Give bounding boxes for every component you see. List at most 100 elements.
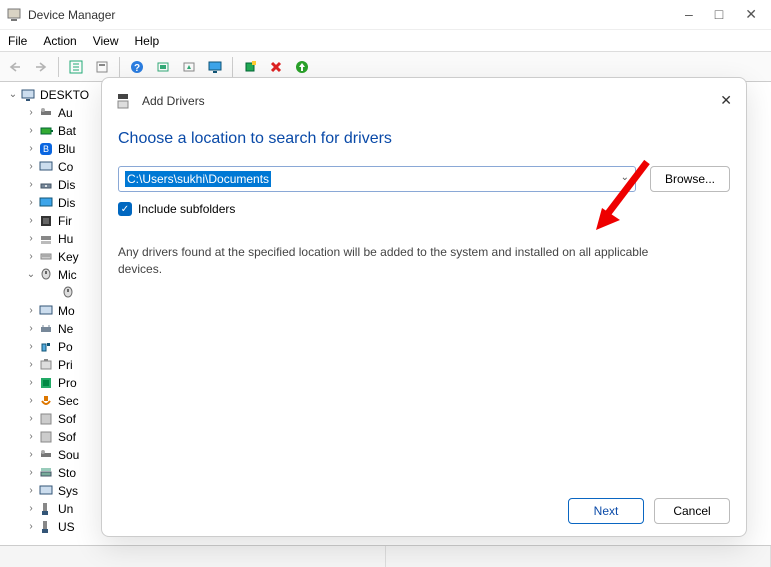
forward-button[interactable] xyxy=(30,56,52,78)
remove-button[interactable] xyxy=(265,56,287,78)
expand-icon[interactable]: › xyxy=(24,464,38,482)
tree-item-label: Key xyxy=(58,248,79,266)
expand-icon[interactable]: › xyxy=(24,392,38,410)
device-category-icon xyxy=(38,303,54,319)
tree-item-label: Sys xyxy=(58,482,78,500)
expand-icon[interactable]: › xyxy=(24,158,38,176)
device-category-icon xyxy=(38,411,54,427)
expand-icon[interactable]: › xyxy=(24,320,38,338)
menu-help[interactable]: Help xyxy=(135,34,160,48)
close-button[interactable]: ✕ xyxy=(745,6,757,23)
device-category-icon xyxy=(38,213,54,229)
tree-root-label: DESKTO xyxy=(40,86,89,104)
add-driver-button[interactable] xyxy=(239,56,261,78)
device-category-icon xyxy=(38,447,54,463)
tree-item-label: Sof xyxy=(58,410,76,428)
expand-icon[interactable]: › xyxy=(24,212,38,230)
scan-button[interactable] xyxy=(152,56,174,78)
expand-icon[interactable]: › xyxy=(24,356,38,374)
dialog-heading: Choose a location to search for drivers xyxy=(102,130,746,166)
menu-file[interactable]: File xyxy=(8,34,27,48)
expand-icon[interactable]: › xyxy=(24,428,38,446)
device-category-icon xyxy=(38,393,54,409)
collapse-icon[interactable]: ⌄ xyxy=(6,86,20,104)
tree-item-label: Sec xyxy=(58,392,79,410)
device-category-icon xyxy=(38,357,54,373)
tree-item-label: Pro xyxy=(58,374,77,392)
enable-button[interactable] xyxy=(291,56,313,78)
expand-icon[interactable]: › xyxy=(24,122,38,140)
titlebar: Device Manager – □ ✕ xyxy=(0,0,771,30)
device-category-icon xyxy=(38,105,54,121)
expand-icon[interactable]: › xyxy=(24,410,38,428)
tree-item-label: Hu xyxy=(58,230,73,248)
tree-item-label: Sou xyxy=(58,446,79,464)
expand-icon[interactable]: › xyxy=(24,482,38,500)
chevron-down-icon[interactable]: ⌄ xyxy=(621,172,629,183)
expand-icon[interactable]: › xyxy=(24,176,38,194)
include-subfolders-checkbox[interactable]: ✓ xyxy=(118,202,132,216)
tree-item-label: Mic xyxy=(58,266,77,284)
path-value: C:\Users\sukhi\Documents xyxy=(125,171,271,187)
help-button[interactable]: ? xyxy=(126,56,148,78)
add-drivers-dialog: ✕ Add Drivers Choose a location to searc… xyxy=(101,77,747,537)
tree-item-label: Dis xyxy=(58,176,75,194)
svg-text:?: ? xyxy=(134,63,140,74)
tree-item-label: Un xyxy=(58,500,73,518)
show-hide-tree-button[interactable] xyxy=(65,56,87,78)
expand-icon[interactable]: › xyxy=(24,248,38,266)
device-category-icon xyxy=(60,285,76,301)
monitor-button[interactable] xyxy=(204,56,226,78)
include-subfolders-label: Include subfolders xyxy=(138,202,235,216)
expand-icon[interactable]: ⌄ xyxy=(24,266,38,284)
menu-view[interactable]: View xyxy=(93,34,119,48)
expand-icon[interactable]: › xyxy=(24,374,38,392)
tree-item-label: Po xyxy=(58,338,73,356)
properties-button[interactable] xyxy=(91,56,113,78)
menubar: File Action View Help xyxy=(0,30,771,52)
expand-icon[interactable]: › xyxy=(24,230,38,248)
device-category-icon xyxy=(38,267,54,283)
driver-icon xyxy=(116,93,132,109)
expand-icon[interactable]: › xyxy=(24,302,38,320)
tree-item-label: Dis xyxy=(58,194,75,212)
app-icon xyxy=(6,7,22,23)
expand-icon[interactable]: › xyxy=(24,338,38,356)
expand-icon[interactable]: › xyxy=(24,500,38,518)
path-combobox[interactable]: C:\Users\sukhi\Documents ⌄ xyxy=(118,166,636,192)
menu-action[interactable]: Action xyxy=(43,34,76,48)
tree-item-label: Fir xyxy=(58,212,72,230)
expand-icon[interactable]: › xyxy=(24,104,38,122)
next-button[interactable]: Next xyxy=(568,498,644,524)
update-button[interactable] xyxy=(178,56,200,78)
dialog-close-button[interactable]: ✕ xyxy=(720,92,732,109)
tree-item-label: Sto xyxy=(58,464,76,482)
tree-item-label: Pri xyxy=(58,356,73,374)
minimize-button[interactable]: – xyxy=(685,6,693,23)
device-category-icon xyxy=(38,501,54,517)
back-button[interactable] xyxy=(4,56,26,78)
maximize-button[interactable]: □ xyxy=(715,6,723,23)
computer-icon xyxy=(20,87,36,103)
expand-icon[interactable]: › xyxy=(24,518,38,536)
tree-item-label: US xyxy=(58,518,75,536)
window-title: Device Manager xyxy=(28,8,685,22)
device-category-icon xyxy=(38,159,54,175)
device-category-icon: B xyxy=(38,141,54,157)
device-category-icon xyxy=(38,465,54,481)
device-category-icon xyxy=(38,339,54,355)
device-category-icon xyxy=(38,375,54,391)
device-category-icon xyxy=(38,177,54,193)
cancel-button[interactable]: Cancel xyxy=(654,498,730,524)
tree-item-label: Blu xyxy=(58,140,75,158)
device-category-icon xyxy=(38,321,54,337)
expand-icon[interactable]: › xyxy=(24,194,38,212)
expand-icon[interactable]: › xyxy=(24,446,38,464)
tree-item-label: Sof xyxy=(58,428,76,446)
device-category-icon xyxy=(38,195,54,211)
browse-button[interactable]: Browse... xyxy=(650,166,730,192)
statusbar xyxy=(0,545,771,567)
tree-item-label: Ne xyxy=(58,320,73,338)
tree-item-label: Bat xyxy=(58,122,76,140)
expand-icon[interactable]: › xyxy=(24,140,38,158)
